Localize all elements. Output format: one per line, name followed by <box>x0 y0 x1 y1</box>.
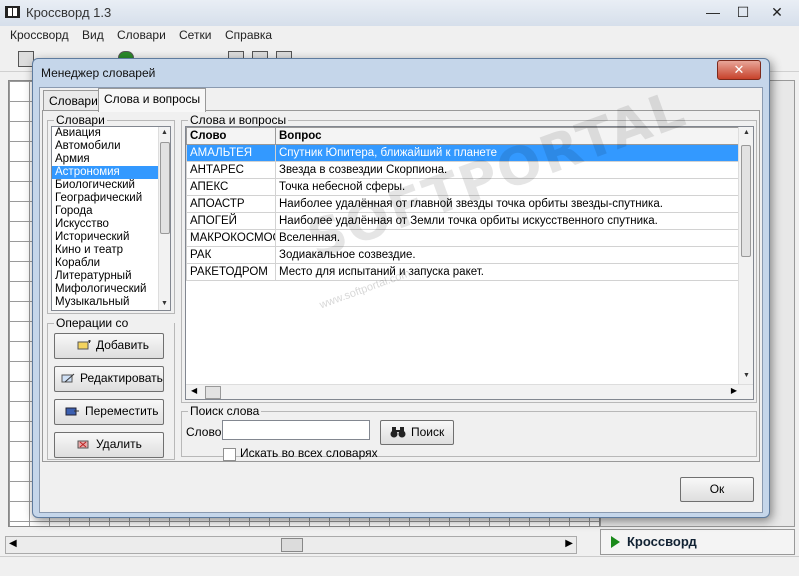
menu-grids[interactable]: Сетки <box>179 28 211 42</box>
tab-page: Словари Авиация Автомобили Армия Астрономия… <box>42 110 760 462</box>
edit-button-label: Редактировать <box>80 371 163 385</box>
scroll-thumb[interactable] <box>741 145 751 257</box>
menu-dictionaries[interactable]: Словари <box>117 28 166 42</box>
dictionary-list-item[interactable]: Астрономия <box>52 166 170 179</box>
dictionary-list-item[interactable]: Исторический <box>52 231 170 244</box>
move-button[interactable]: Переместить <box>54 399 164 425</box>
words-group-label: Слова и вопросы <box>188 113 289 127</box>
dictionaries-group-label: Словари <box>54 113 107 127</box>
dictionary-list-item[interactable]: Мифологический <box>52 283 170 296</box>
menu-view[interactable]: Вид <box>82 28 104 42</box>
add-button[interactable]: Добавить <box>54 333 164 359</box>
dictionary-list-item[interactable]: Литературный <box>52 270 170 283</box>
search-all-label: Искать во всех словарях <box>240 446 378 460</box>
move-word-icon <box>65 407 79 416</box>
close-button[interactable]: ✕ <box>762 3 792 21</box>
delete-button[interactable]: Удалить <box>54 432 164 458</box>
operations-group: Операции со словами Добавить Редактирова… <box>47 316 175 460</box>
maximize-button[interactable]: ☐ <box>728 3 758 21</box>
minimize-button[interactable]: — <box>698 3 728 21</box>
dialog-close-button[interactable]: ✕ <box>717 60 761 80</box>
edit-button[interactable]: Редактировать <box>54 366 164 392</box>
scroll-left-icon[interactable]: ◀ <box>191 386 197 395</box>
scroll-right-icon[interactable]: ▶ <box>731 386 737 395</box>
scroll-left-icon[interactable]: ◀ <box>9 538 17 549</box>
app-titlebar: Кроссворд 1.3 — ☐ ✕ <box>0 0 799 27</box>
question-cell[interactable]: Место для испытаний и запуска ракет. <box>275 263 741 281</box>
dialog-client: Словари Слова и вопросы Словари Авиация А… <box>39 87 763 513</box>
word-cell[interactable]: РАК <box>186 246 276 264</box>
column-header-word[interactable]: Слово <box>186 127 276 145</box>
dictionary-list-item[interactable]: Города <box>52 205 170 218</box>
word-cell[interactable]: АПОГЕЙ <box>186 212 276 230</box>
edit-word-icon <box>61 373 75 383</box>
menubar: Кроссворд Вид Словари Сетки Справка <box>0 26 799 45</box>
play-icon <box>611 536 620 548</box>
delete-button-label: Удалить <box>96 437 142 451</box>
word-cell[interactable]: АНТАРЕС <box>186 161 276 179</box>
search-group: Поиск слова Слово Поиск Искать во всех с… <box>181 404 757 461</box>
tab-words-questions[interactable]: Слова и вопросы <box>98 88 207 112</box>
search-all-checkbox[interactable] <box>223 448 236 461</box>
add-word-icon <box>77 340 91 350</box>
crossword-button-label: Кроссворд <box>627 534 697 549</box>
search-button[interactable]: Поиск <box>380 420 454 445</box>
search-group-label: Поиск слова <box>188 404 262 418</box>
move-button-label: Переместить <box>85 404 159 418</box>
word-cell[interactable]: АПОАСТР <box>186 195 276 213</box>
scroll-right-icon[interactable]: ▶ <box>565 538 573 549</box>
dictionary-list-item[interactable]: Биологический <box>52 179 170 192</box>
scroll-up-icon[interactable]: ▲ <box>160 128 169 138</box>
dictionary-list-item[interactable]: Искусство <box>52 218 170 231</box>
main-horizontal-scrollbar[interactable]: ◀ ▶ <box>5 536 577 554</box>
word-cell[interactable]: РАКЕТОДРОМ <box>186 263 276 281</box>
tab-dictionaries[interactable]: Словари <box>43 90 104 111</box>
dictionary-list-item[interactable]: Географический <box>52 192 170 205</box>
ok-button[interactable]: Ок <box>680 477 754 502</box>
search-input[interactable] <box>222 420 370 440</box>
add-button-label: Добавить <box>96 338 150 352</box>
menu-help[interactable]: Справка <box>225 28 272 42</box>
dictionary-list-item[interactable]: Автомобили <box>52 140 170 153</box>
words-horizontal-scrollbar[interactable]: ◀ ▶ <box>186 384 753 399</box>
table-row[interactable]: РАК Зодиакальное созвездие. <box>186 246 741 264</box>
scroll-thumb[interactable] <box>205 386 221 399</box>
dictionary-list-item[interactable]: Кино и театр <box>52 244 170 257</box>
crossword-button[interactable]: Кроссворд <box>600 529 795 555</box>
word-cell[interactable]: АПЕКС <box>186 178 276 196</box>
statusbar <box>0 556 799 576</box>
scroll-down-icon[interactable]: ▼ <box>742 371 751 381</box>
dictionary-list-item[interactable]: Авиация <box>52 127 170 140</box>
binoculars-icon <box>390 427 406 438</box>
dictionaries-list[interactable]: Авиация Автомобили Армия Астрономия Биологич… <box>51 126 171 311</box>
table-row[interactable]: МАКРОКОСМОС Вселенная. <box>186 229 741 247</box>
dictionary-list-item[interactable]: Армия <box>52 153 170 166</box>
dictionary-list-item[interactable]: Музыкальный <box>52 296 170 309</box>
word-cell[interactable]: АМАЛЬТЕЯ <box>186 144 276 162</box>
app-book-icon <box>5 6 20 18</box>
scroll-thumb[interactable] <box>281 538 303 552</box>
dialog-title: Менеджер словарей <box>41 66 156 80</box>
app-title: Кроссворд 1.3 <box>26 5 112 20</box>
dictionary-list-item[interactable]: Корабли <box>52 257 170 270</box>
dictionaries-scrollbar[interactable]: ▲ ▼ <box>158 127 170 310</box>
dictionaries-group: Словари Авиация Автомобили Армия Астрономия… <box>47 113 175 314</box>
search-word-label: Слово <box>186 425 222 439</box>
scroll-thumb[interactable] <box>160 142 170 234</box>
scroll-up-icon[interactable]: ▲ <box>742 128 751 138</box>
delete-word-icon <box>77 440 89 449</box>
search-button-label: Поиск <box>411 425 445 439</box>
words-vertical-scrollbar[interactable]: ▲ ▼ <box>738 127 753 399</box>
word-cell[interactable]: МАКРОКОСМОС <box>186 229 276 247</box>
menu-crossword[interactable]: Кроссворд <box>10 28 69 42</box>
scroll-down-icon[interactable]: ▼ <box>160 299 169 309</box>
table-row[interactable]: РАКЕТОДРОМ Место для испытаний и запуска … <box>186 263 741 281</box>
